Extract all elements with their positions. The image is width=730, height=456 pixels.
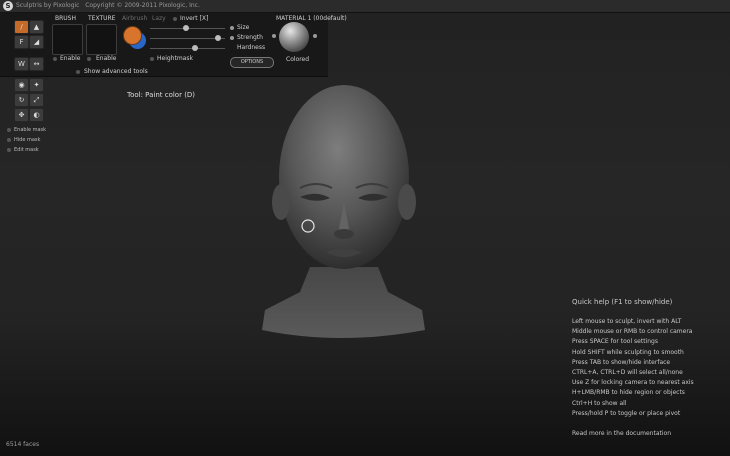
edit-mask-radio-icon [7,147,11,152]
face-count: 6514 faces [6,441,40,448]
quick-help-line: Ctrl+H to show all [572,399,627,407]
material-label: MATERIAL 1 (00default) [276,15,347,22]
material-prev-dot[interactable] [272,34,276,38]
app-title: Sculptris by Pixologic [16,2,80,9]
hide-mask-radio-icon [7,137,11,142]
heightmask-label[interactable]: Heightmask [157,55,193,62]
texture-label: TEXTURE [88,15,116,22]
quick-help-line: H+LMB/RMB to hide region or objects [572,389,685,397]
quick-help-line: Press/hold P to toggle or place pivot [572,409,681,417]
quick-help-line: CTRL+A, CTRL+D will select all/none [572,369,683,376]
tool-button-4[interactable]: ◢ [29,35,44,49]
sculptris-logo-icon: S [3,1,13,11]
texture-slot[interactable] [86,24,117,55]
scale-tool-button[interactable]: ⤢ [29,93,44,107]
grab-tool-button[interactable]: ◉ [14,78,29,92]
hardness-label: Hardness [237,44,266,51]
options-button[interactable]: OPTIONS [230,57,274,68]
brush-enable-radio[interactable] [53,57,57,61]
copyright-text: Copyright © 2009-2011 Pixologic, Inc. [85,2,200,9]
show-advanced-tools[interactable]: Show advanced tools [84,68,148,75]
brush-enable-label[interactable]: Enable [60,55,80,62]
heightmask-radio[interactable] [150,57,154,61]
paint-brush-tool-button[interactable]: / [14,20,29,34]
tool-button-6[interactable]: ↔ [29,57,44,71]
colored-label[interactable]: Colored [286,56,309,63]
texture-enable-label[interactable]: Enable [96,55,116,62]
quick-help-line: Use Z for locking camera to nearest axis [572,379,694,387]
flatten-tool-button[interactable]: F [14,35,29,49]
enable-mask-radio-icon [7,127,11,132]
enable-mask-option[interactable]: Enable mask [7,127,46,133]
size-label: Size [237,24,250,31]
tool-status: Tool: Paint color (D) [127,91,196,99]
strength-slider[interactable] [214,35,221,41]
quick-help-line: Hold SHIFT while sculpting to smooth [572,348,684,356]
quick-help-title: Quick help (F1 to show/hide) [572,298,673,306]
material-sphere-icon[interactable] [279,22,309,52]
tool-panel: / ▲ F ◢ W ↔ BRUSH TEXTURE Airbrush Lazy … [0,12,347,77]
rotate-tool-button[interactable]: ↻ [14,93,29,107]
move-tool-button[interactable]: ✥ [14,108,29,122]
brush-alpha-slot[interactable] [52,24,83,55]
texture-enable-radio[interactable] [87,57,91,61]
tool-button-5[interactable]: W [14,57,29,71]
hardness-slider[interactable] [192,45,198,51]
strength-label: Strength [237,34,263,41]
quick-help-line: Press TAB to show/hide interface [572,358,671,366]
pinch-tool-button[interactable]: ✦ [29,78,44,92]
size-slider[interactable] [183,25,189,31]
show-advanced-radio[interactable] [76,70,80,74]
documentation-link[interactable]: Read more in the documentation [572,430,671,437]
quick-help-line: Left mouse to sculpt, invert with ALT [572,318,682,325]
invert-toggle[interactable]: Invert [X] [180,15,208,22]
material-next-dot[interactable] [313,34,317,38]
lazy-toggle[interactable]: Lazy [152,15,166,22]
tool-button-2[interactable]: ▲ [29,20,44,34]
hide-mask-option[interactable]: Hide mask [7,137,40,143]
invert-radio[interactable] [173,17,177,21]
primary-color-swatch[interactable] [123,26,142,45]
quick-help-line: Middle mouse or RMB to control camera [572,328,693,336]
brush-label: BRUSH [55,15,76,22]
edit-mask-option[interactable]: Edit mask [7,147,39,153]
mask-tool-button[interactable]: ◐ [29,108,44,122]
airbrush-toggle[interactable]: Airbrush [122,15,147,22]
quick-help-line: Press SPACE for tool settings [572,338,658,346]
